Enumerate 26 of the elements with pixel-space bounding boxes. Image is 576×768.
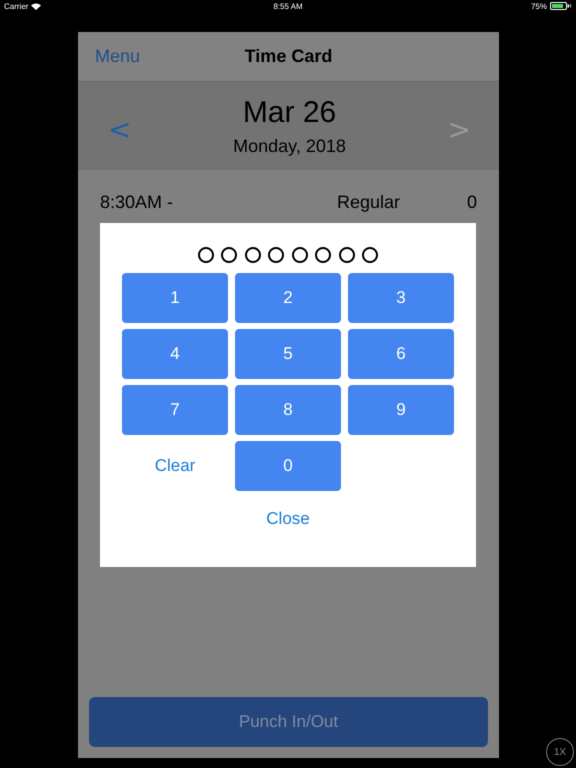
digit-key[interactable]: 0 [235, 441, 341, 491]
entry-hours: 0 [466, 192, 477, 213]
battery-icon [550, 2, 572, 10]
entry-type: Regular [337, 192, 402, 213]
clock-time: 8:55 AM [273, 2, 303, 10]
clear-button[interactable]: Clear [122, 441, 228, 491]
digit-key[interactable]: 6 [348, 329, 454, 379]
punch-button[interactable]: Punch In/Out [89, 697, 488, 747]
digit-key[interactable]: 3 [348, 273, 454, 323]
date-day: Mar 26 [242, 96, 336, 130]
digit-key[interactable]: 9 [348, 385, 454, 435]
digit-key[interactable]: 7 [122, 385, 228, 435]
digit-key[interactable]: 2 [235, 273, 341, 323]
close-button[interactable]: Close [258, 505, 318, 533]
wifi-icon [31, 2, 42, 10]
date-weekday-year: Monday, 2018 [233, 136, 346, 156]
digit-key[interactable]: 5 [235, 329, 341, 379]
screen-title: Time Card [244, 46, 332, 67]
carrier-name: Carrier [4, 2, 28, 10]
digit-key[interactable]: 4 [122, 329, 228, 379]
entry-time: 8:30AM - [100, 192, 174, 213]
zoom-badge[interactable]: 1X [546, 738, 574, 766]
menu-link[interactable]: Menu [95, 46, 140, 67]
digit-key[interactable]: 1 [122, 273, 228, 323]
battery-percent: 75% [530, 2, 547, 10]
digit-key[interactable]: 8 [235, 385, 341, 435]
